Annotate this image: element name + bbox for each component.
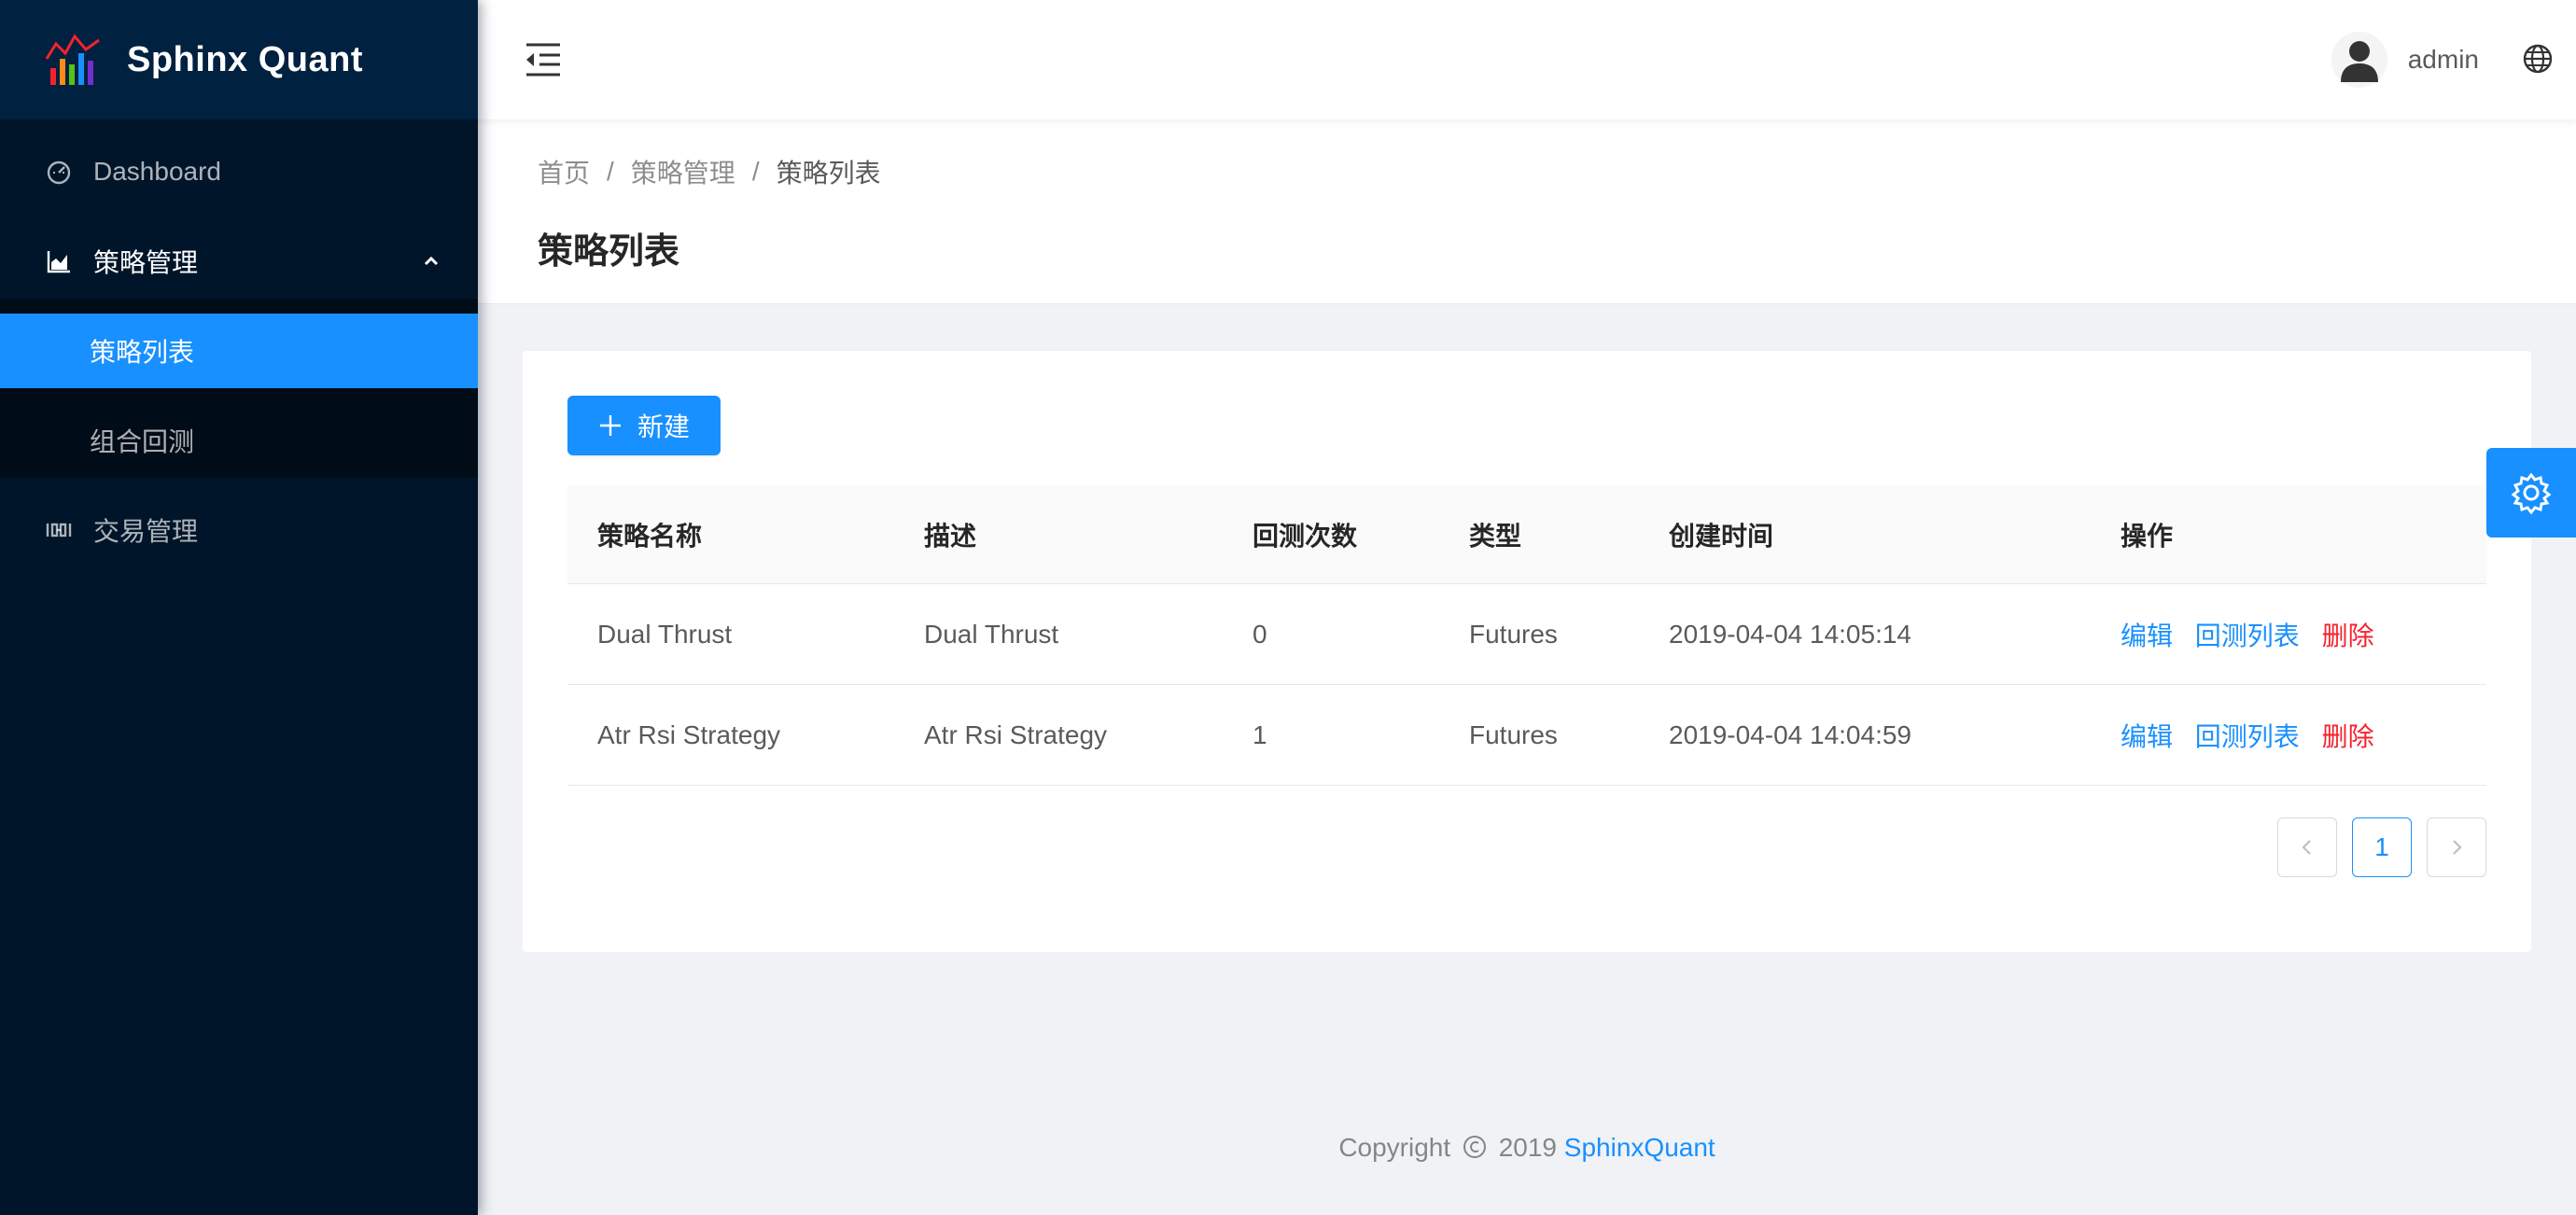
column-header: 创建时间: [1669, 521, 1774, 551]
copyright-icon: [1463, 1136, 1486, 1158]
sidebar-menu: Dashboard 策略管理 策略列表 组合回测 交易管理: [0, 119, 478, 567]
menu-fold-icon[interactable]: [523, 39, 564, 80]
new-button-label: 新建: [637, 412, 690, 441]
copyright-year: 2019: [1498, 1133, 1558, 1162]
column-header: 描述: [924, 521, 977, 551]
cell-count: 0: [1253, 619, 1267, 649]
cell-type: Futures: [1469, 619, 1558, 649]
cell-name: Dual Thrust: [597, 619, 733, 649]
prev-page-button[interactable]: [2277, 817, 2337, 877]
chart-logo-icon: [45, 34, 100, 85]
breadcrumb: 首页 / 策略管理 / 策略列表: [538, 153, 881, 190]
cell-created: 2019-04-04 14:04:59: [1669, 719, 1911, 749]
backtest-list-link[interactable]: 回测列表: [2195, 722, 2300, 751]
strategy-card: 新建 策略名称 描述 回测次数 类型 创建时间 操作 Dual Thrust D…: [523, 351, 2531, 952]
copyright-label: Copyright: [1338, 1133, 1451, 1162]
table-row: Atr Rsi Strategy Atr Rsi Strategy 1 Futu…: [567, 685, 2486, 786]
plus-icon: [599, 415, 621, 436]
backtest-list-link[interactable]: 回测列表: [2195, 621, 2300, 650]
footer: Copyright 2019 SphinxQuant: [478, 1133, 2576, 1163]
breadcrumb-separator: /: [751, 157, 760, 186]
cell-created: 2019-04-04 14:05:14: [1669, 619, 1911, 649]
app-root: Sphinx Quant Dashboard 策略管理 策略列表 组合回测 交易…: [0, 0, 2576, 1215]
page-number-button[interactable]: 1: [2352, 817, 2412, 877]
username: admin: [2407, 45, 2479, 74]
gear-icon: [2511, 472, 2552, 514]
cell-type: Futures: [1469, 719, 1558, 749]
cell-actions: 编辑 回测列表 删除: [2091, 717, 2486, 754]
sidebar-item-trading[interactable]: 交易管理: [0, 493, 478, 567]
sidebar-item-strategy[interactable]: 策略管理: [0, 224, 478, 299]
sidebar-item-strategy-list[interactable]: 策略列表: [0, 314, 478, 388]
next-page-button[interactable]: [2427, 817, 2486, 877]
column-header: 操作: [2121, 521, 2174, 551]
cell-name: Atr Rsi Strategy: [597, 719, 781, 749]
globe-icon[interactable]: [2522, 43, 2554, 75]
table-header: 策略名称 描述 回测次数 类型 创建时间 操作: [567, 485, 2486, 584]
column-header: 回测次数: [1253, 521, 1358, 551]
sidebar-item-label: 组合回测: [90, 427, 195, 456]
sidebar-item-label: 策略列表: [90, 338, 195, 367]
page-title: 策略列表: [538, 232, 680, 272]
edit-link[interactable]: 编辑: [2121, 621, 2173, 650]
user-avatar-icon: [2340, 41, 2378, 82]
user-menu[interactable]: admin: [2331, 32, 2479, 88]
chevron-right-icon: [2453, 840, 2462, 855]
area-chart-icon: [45, 247, 73, 275]
sidebar-item-label: Dashboard: [93, 157, 221, 186]
table-row: Dual Thrust Dual Thrust 0 Futures 2019-0…: [567, 584, 2486, 685]
pagination: 1: [2262, 817, 2486, 877]
edit-link[interactable]: 编辑: [2121, 722, 2173, 751]
breadcrumb-strategy-management[interactable]: 策略管理: [631, 153, 735, 190]
page-header: 首页 / 策略管理 / 策略列表 策略列表: [478, 119, 2576, 304]
sidebar-item-dashboard[interactable]: Dashboard: [0, 134, 478, 209]
strategy-table: 策略名称 描述 回测次数 类型 创建时间 操作 Dual Thrust Dual…: [567, 485, 2486, 786]
new-strategy-button[interactable]: 新建: [567, 396, 721, 455]
dashboard-icon: [45, 158, 73, 186]
cell-actions: 编辑 回测列表 删除: [2091, 616, 2486, 653]
breadcrumb-current: 策略列表: [776, 159, 881, 188]
sidebar-item-label: 交易管理: [93, 517, 199, 546]
strategy-submenu: 策略列表 组合回测: [0, 299, 478, 478]
delete-link[interactable]: 删除: [2322, 722, 2374, 751]
top-header: admin: [478, 0, 2576, 119]
avatar: [2331, 32, 2387, 88]
cell-count: 1: [1253, 719, 1267, 749]
breadcrumb-separator: /: [607, 157, 614, 186]
sidebar: Sphinx Quant Dashboard 策略管理 策略列表 组合回测 交易…: [0, 0, 478, 1215]
cell-desc: Dual Thrust: [924, 619, 1059, 649]
logo[interactable]: Sphinx Quant: [0, 0, 478, 119]
breadcrumb-home[interactable]: 首页: [538, 153, 590, 190]
delete-link[interactable]: 删除: [2322, 621, 2374, 650]
app-title: Sphinx Quant: [127, 39, 363, 79]
column-header: 类型: [1469, 521, 1522, 551]
settings-drawer-button[interactable]: [2486, 448, 2576, 538]
footer-brand-link[interactable]: SphinxQuant: [1564, 1133, 1715, 1162]
sliders-icon: [45, 516, 73, 544]
chevron-up-icon: [424, 256, 439, 266]
chevron-left-icon: [2302, 840, 2311, 855]
sidebar-item-label: 策略管理: [93, 248, 199, 277]
cell-desc: Atr Rsi Strategy: [924, 719, 1108, 749]
column-header: 策略名称: [597, 521, 703, 551]
sidebar-item-portfolio-backtest[interactable]: 组合回测: [0, 403, 478, 478]
